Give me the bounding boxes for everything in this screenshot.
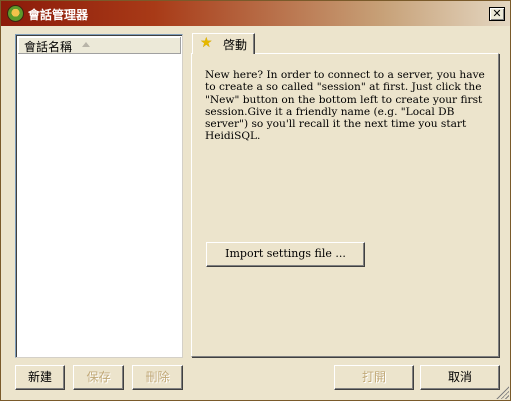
delete-button[interactable]: 刪除 xyxy=(132,365,183,390)
new-button[interactable]: 新建 xyxy=(15,365,65,390)
resize-grip[interactable] xyxy=(495,385,509,399)
session-manager-window: 會話管理器 ✕ 會話名稱 ★ 啓動 New here? In order to … xyxy=(0,0,511,401)
heidisql-app-icon xyxy=(7,5,24,22)
close-button[interactable]: ✕ xyxy=(489,7,505,21)
tab-start-label: 啓動 xyxy=(223,38,248,52)
star-icon: ★ xyxy=(200,35,213,51)
title-bar[interactable]: 會話管理器 ✕ xyxy=(1,1,510,26)
session-list[interactable]: 會話名稱 xyxy=(15,34,183,358)
session-list-body[interactable] xyxy=(18,55,181,355)
cancel-button[interactable]: 取消 xyxy=(420,365,500,390)
session-name-column-header[interactable]: 會話名稱 xyxy=(18,37,181,54)
save-button[interactable]: 保存 xyxy=(73,365,124,390)
sort-ascending-icon xyxy=(82,42,90,47)
open-button[interactable]: 打開 xyxy=(334,365,414,390)
column-header-label: 會話名稱 xyxy=(24,40,73,54)
tab-start[interactable]: ★ 啓動 xyxy=(192,33,255,54)
intro-text: New here? In order to connect to a serve… xyxy=(205,69,485,143)
window-title: 會話管理器 xyxy=(28,8,89,22)
import-settings-button[interactable]: Import settings file ... xyxy=(206,242,365,267)
